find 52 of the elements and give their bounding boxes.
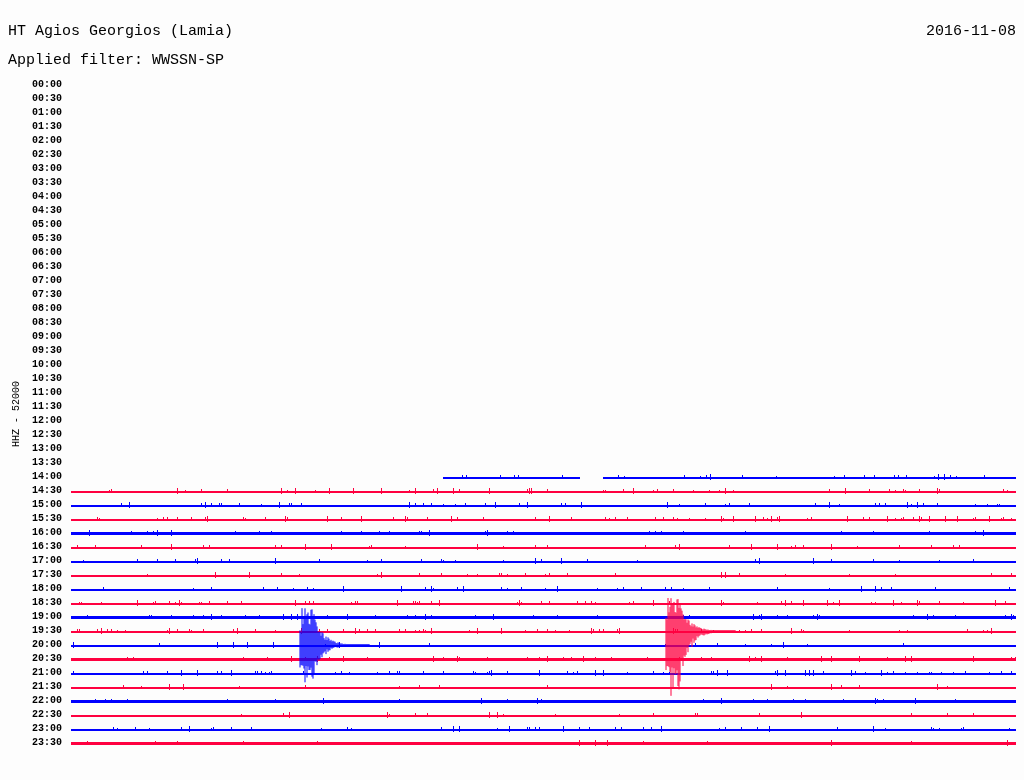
channel-label: HHZ - 52000 [10,381,22,447]
time-label: 13:30 [31,457,62,469]
time-label: 09:00 [31,331,62,343]
time-label: 01:00 [31,107,62,119]
time-label: 00:30 [31,93,62,105]
time-label: 21:30 [31,681,62,693]
time-label: 06:30 [31,261,62,273]
time-label: 23:00 [31,723,62,735]
time-label: 14:30 [31,485,62,497]
time-label: 09:30 [31,345,62,357]
time-label: 12:00 [31,415,62,427]
time-label: 03:30 [31,177,62,189]
time-label: 02:00 [31,135,62,147]
station-title: HT Agios Georgios (Lamia) [8,22,234,40]
time-label: 01:30 [31,121,62,133]
time-label: 11:30 [31,401,62,413]
filter-label: Applied filter: WWSSN-SP [8,51,226,71]
time-label: 03:00 [31,163,62,175]
time-label: 16:00 [31,527,62,539]
time-label: 12:30 [31,429,62,441]
date-label: 2016-11-08 [926,22,1016,40]
time-label: 13:00 [31,443,62,455]
time-label: 10:00 [31,359,62,371]
time-label: 08:30 [31,317,62,329]
time-label: 17:30 [31,569,62,581]
time-label: 16:30 [31,541,62,553]
time-label: 20:30 [31,653,62,665]
time-label: 17:00 [31,555,62,567]
time-label: 18:30 [31,597,62,609]
time-label: 07:00 [31,275,62,287]
time-label: 20:00 [31,639,62,651]
time-label: 22:30 [31,709,62,721]
time-label: 10:30 [31,373,62,385]
time-label: 22:00 [31,695,62,707]
time-label: 23:30 [31,737,62,749]
time-label: 15:00 [31,499,62,511]
time-label: 05:00 [31,219,62,231]
time-label: 21:00 [31,667,62,679]
time-label: 07:30 [31,289,62,301]
time-label: 14:00 [31,471,62,483]
time-label: 19:00 [31,611,62,623]
time-label: 04:30 [31,205,62,217]
time-label: 11:00 [31,387,62,399]
time-label: 06:00 [31,247,62,259]
time-label: 02:30 [31,149,62,161]
time-label: 19:30 [31,625,62,637]
time-label: 04:00 [31,191,62,203]
time-label: 05:30 [31,233,62,245]
time-label: 00:00 [31,79,62,91]
time-label: 15:30 [31,513,62,525]
time-label: 18:00 [31,583,62,595]
time-label: 08:00 [31,303,62,315]
